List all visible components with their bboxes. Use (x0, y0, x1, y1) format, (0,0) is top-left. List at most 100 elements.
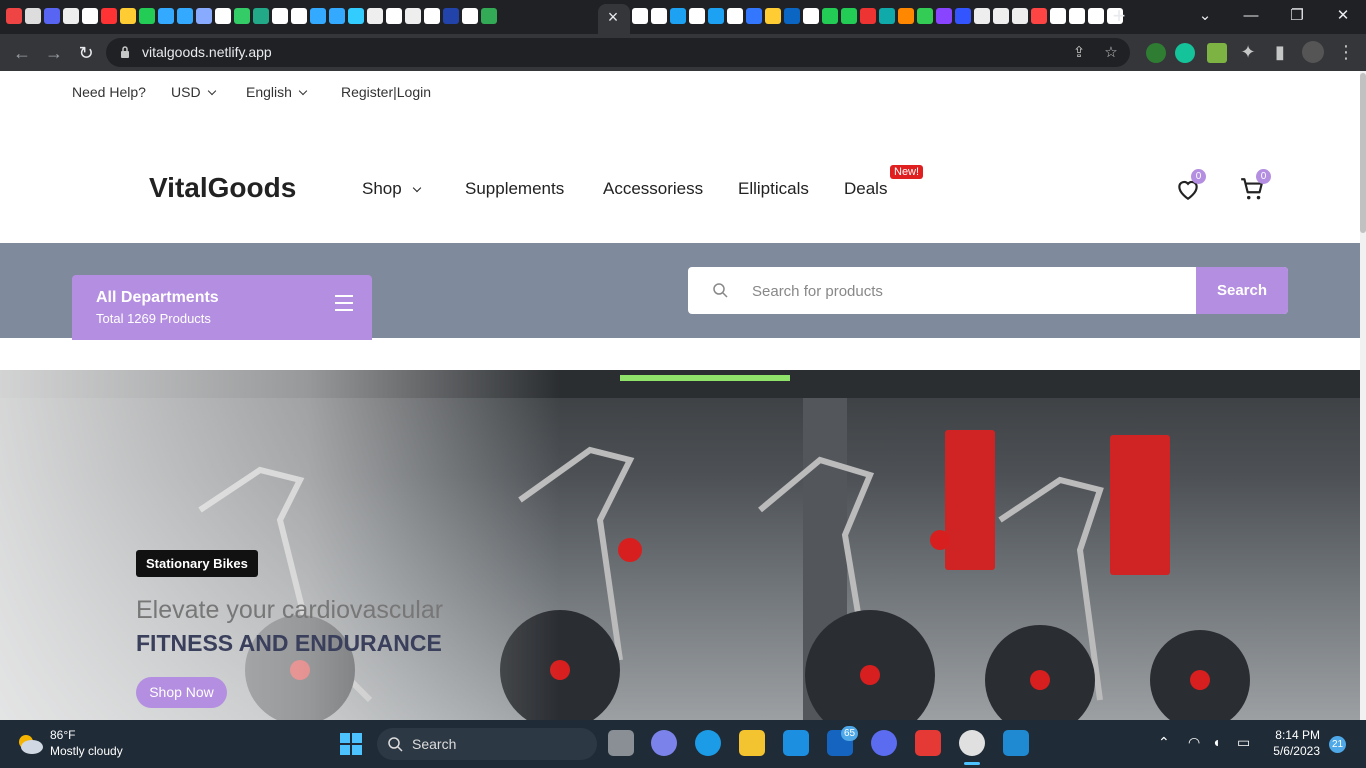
tab-favicon-icon[interactable] (234, 8, 250, 24)
nav-shop[interactable]: Shop (362, 179, 421, 199)
bookmark-star-icon[interactable]: ☆ (1102, 44, 1120, 62)
tab-favicon-icon[interactable] (879, 8, 895, 24)
nav-supplements[interactable]: Supplements (465, 179, 564, 199)
chat-icon[interactable] (651, 730, 677, 756)
tab-favicon-icon[interactable] (386, 8, 402, 24)
profile-avatar[interactable] (1302, 41, 1324, 63)
windows-start-icon[interactable] (339, 732, 363, 756)
store-icon[interactable] (783, 730, 809, 756)
tab-favicon-icon[interactable] (462, 8, 478, 24)
tab-favicon-icon[interactable] (1088, 8, 1104, 24)
tab-favicon-icon[interactable] (784, 8, 800, 24)
chevron-up-icon[interactable]: ⌃ (1158, 734, 1170, 751)
tab-favicon-icon[interactable] (6, 8, 22, 24)
tab-favicon-icon[interactable] (708, 8, 724, 24)
tab-favicon-icon[interactable] (82, 8, 98, 24)
new-tab-button[interactable]: + (1108, 4, 1130, 28)
tab-favicon-icon[interactable] (139, 8, 155, 24)
tab-favicon-icon[interactable] (367, 8, 383, 24)
tab-favicon-icon[interactable] (746, 8, 762, 24)
restore-button[interactable]: ❐ (1283, 4, 1311, 28)
tab-favicon-icon[interactable] (405, 8, 421, 24)
tab-favicon-icon[interactable] (917, 8, 933, 24)
reload-icon[interactable]: ↻ (74, 41, 98, 65)
share-icon[interactable]: ⇪ (1070, 44, 1088, 62)
register-login-link[interactable]: Register|Login (341, 84, 431, 100)
tab-favicons-left[interactable] (6, 8, 497, 24)
wifi-icon[interactable]: ◠ (1188, 734, 1200, 751)
tab-favicon-icon[interactable] (1031, 8, 1047, 24)
back-icon[interactable]: ← (10, 41, 34, 65)
tab-favicons-right[interactable] (632, 8, 1123, 24)
window-close-button[interactable]: ✕ (1329, 4, 1357, 28)
wps-office-icon[interactable] (915, 730, 941, 756)
extensions-puzzle-icon[interactable]: ✦ (1236, 40, 1260, 64)
forward-icon[interactable]: → (42, 41, 66, 65)
extension-icon[interactable] (1146, 43, 1166, 63)
clock-date[interactable]: 5/6/2023 (1262, 744, 1320, 758)
tab-favicon-icon[interactable] (993, 8, 1009, 24)
address-bar[interactable]: vitalgoods.netlify.app ⇪ ☆ (106, 38, 1130, 67)
tab-favicon-icon[interactable] (803, 8, 819, 24)
url-text[interactable]: vitalgoods.netlify.app (142, 44, 272, 60)
site-logo[interactable]: VitalGoods (149, 172, 296, 204)
tab-favicon-icon[interactable] (822, 8, 838, 24)
minimize-button[interactable]: — (1237, 4, 1265, 28)
chrome-icon[interactable] (959, 730, 985, 756)
copilot-icon[interactable] (871, 730, 897, 756)
shop-now-button[interactable]: Shop Now (136, 677, 227, 708)
weather-description[interactable]: Mostly cloudy (50, 744, 123, 758)
tab-favicon-icon[interactable] (936, 8, 952, 24)
tab-favicon-icon[interactable] (310, 8, 326, 24)
task-view-icon[interactable] (608, 730, 634, 756)
side-panel-icon[interactable]: ▮ (1268, 40, 1292, 64)
tab-favicon-icon[interactable] (424, 8, 440, 24)
tab-favicon-icon[interactable] (955, 8, 971, 24)
tab-favicon-icon[interactable] (1069, 8, 1085, 24)
search-input[interactable] (752, 279, 1172, 303)
tab-favicon-icon[interactable] (1012, 8, 1028, 24)
notification-badge[interactable]: 21 (1329, 736, 1346, 753)
tab-favicon-icon[interactable] (689, 8, 705, 24)
tab-favicon-icon[interactable] (632, 8, 648, 24)
tab-favicon-icon[interactable] (44, 8, 60, 24)
edge-icon[interactable] (695, 730, 721, 756)
currency-select[interactable]: USD (171, 84, 216, 100)
page-scrollbar[interactable] (1360, 71, 1366, 720)
tab-favicon-icon[interactable] (1050, 8, 1066, 24)
tab-favicon-icon[interactable] (651, 8, 667, 24)
need-help-link[interactable]: Need Help? (72, 84, 146, 100)
taskbar-search[interactable]: Search (377, 728, 597, 760)
tab-favicon-icon[interactable] (329, 8, 345, 24)
tab-favicon-icon[interactable] (158, 8, 174, 24)
tab-favicon-icon[interactable] (841, 8, 857, 24)
vscode-icon[interactable] (1003, 730, 1029, 756)
weather-temperature[interactable]: 86°F (50, 728, 75, 742)
tab-favicon-icon[interactable] (272, 8, 288, 24)
nav-accessoriess[interactable]: Accessoriess (603, 179, 703, 199)
tab-favicon-icon[interactable] (177, 8, 193, 24)
tab-favicon-icon[interactable] (898, 8, 914, 24)
nav-ellipticals[interactable]: Ellipticals (738, 179, 809, 199)
tab-favicon-icon[interactable] (101, 8, 117, 24)
tab-favicon-icon[interactable] (120, 8, 136, 24)
tab-favicon-icon[interactable] (670, 8, 686, 24)
download-extension-icon[interactable] (1207, 43, 1227, 63)
volume-icon[interactable]: ◖ (1212, 734, 1220, 750)
browser-menu-icon[interactable]: ⋮ (1334, 40, 1358, 64)
tab-close-icon[interactable]: × (603, 7, 623, 27)
all-departments-button[interactable]: All Departments Total 1269 Products (72, 275, 372, 340)
tab-favicon-icon[interactable] (215, 8, 231, 24)
tab-favicon-icon[interactable] (974, 8, 990, 24)
tab-favicon-icon[interactable] (63, 8, 79, 24)
search-button[interactable]: Search (1196, 267, 1288, 314)
tab-favicon-icon[interactable] (443, 8, 459, 24)
weather-cloud-icon[interactable] (16, 732, 44, 756)
scrollbar-thumb[interactable] (1360, 73, 1366, 233)
tab-favicon-icon[interactable] (25, 8, 41, 24)
language-select[interactable]: English (246, 84, 308, 100)
nav-deals[interactable]: Deals (844, 179, 887, 199)
tab-favicon-icon[interactable] (860, 8, 876, 24)
tab-favicon-icon[interactable] (253, 8, 269, 24)
grammarly-icon[interactable] (1175, 43, 1195, 63)
